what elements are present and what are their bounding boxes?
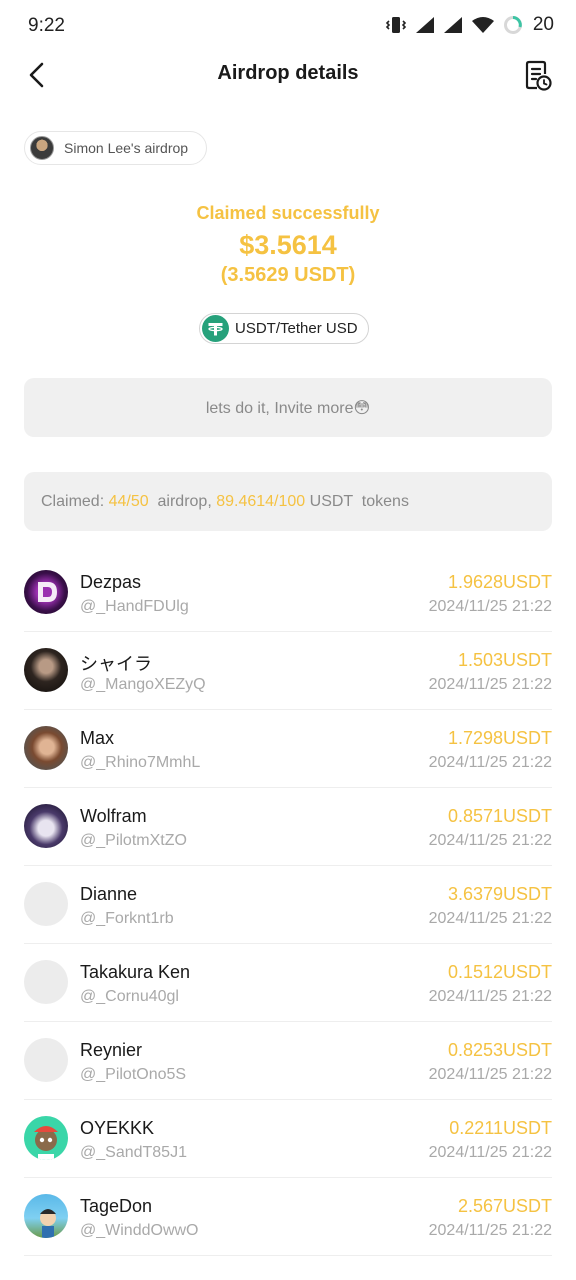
summary-middle: airdrop, — [148, 492, 217, 510]
claimer-handle: @_HandFDUlg — [80, 598, 189, 615]
claim-amount-usd: $3.5614 — [239, 230, 337, 260]
claimer-handle: @_Cornu40gl — [80, 988, 179, 1005]
signal-icon — [415, 17, 434, 33]
claim-amount: 1.9628USDT — [447, 572, 552, 592]
list-item[interactable]: Takakura Ken @_Cornu40gl 0.1512USDT 2024… — [24, 944, 552, 1022]
token-chip[interactable]: USDT/Tether USD — [199, 313, 369, 344]
sender-label: Simon Lee's airdrop — [64, 140, 189, 156]
list-item[interactable]: Max @_Rhino7MmhL 1.7298USDT 2024/11/25 2… — [24, 710, 552, 788]
summary-claimed-count: 44/50 — [108, 492, 149, 510]
sender-chip[interactable]: Simon Lee's airdrop — [24, 131, 208, 165]
claimer-handle: @_WinddOwwO — [80, 1222, 199, 1239]
claimer-name: TageDon — [80, 1196, 153, 1216]
battery-level: 20 — [532, 14, 554, 35]
claim-amount: 0.8571USDT — [447, 806, 552, 826]
claim-amount: 0.8253USDT — [447, 1040, 552, 1060]
status-time: 9:22 — [28, 15, 65, 36]
claimer-handle: @_PilotOno5S — [80, 1066, 187, 1083]
avatar — [24, 804, 68, 848]
claimer-name: Reynier — [80, 1040, 143, 1060]
summary-prefix: Claimed: — [41, 492, 109, 510]
signal-icon-2 — [443, 17, 462, 33]
sender-avatar — [30, 136, 54, 160]
claimer-name: Dezpas — [80, 572, 142, 592]
avatar — [24, 648, 68, 692]
vibrate-icon — [385, 17, 406, 33]
claim-amount: 0.1512USDT — [447, 962, 552, 982]
status-bar: 9:22 20 — [0, 0, 576, 52]
claimer-handle: @_Forknt1rb — [80, 910, 174, 927]
tether-icon — [202, 315, 229, 342]
wifi-icon — [471, 17, 494, 33]
avatar — [24, 1116, 68, 1160]
claimer-name: Takakura Ken — [80, 962, 191, 982]
battery-saver-icon — [503, 16, 522, 34]
status-icons: 20 — [385, 14, 554, 36]
list-item[interactable]: Reynier @_PilotOno5S 0.8253USDT 2024/11/… — [24, 1022, 552, 1100]
claim-amount: 0.2211USDT — [449, 1118, 552, 1138]
claim-time: 2024/11/25 21:22 — [428, 1144, 552, 1161]
avatar — [24, 570, 68, 614]
claimer-name: OYEKKK — [80, 1118, 155, 1138]
claimer-name: Dianne — [80, 884, 138, 904]
claim-time: 2024/11/25 21:22 — [428, 1066, 552, 1083]
summary-claimed-amount: 89.4614/100 — [216, 492, 306, 510]
claim-time: 2024/11/25 21:22 — [428, 910, 552, 927]
list-item[interactable]: Dianne @_Forknt1rb 3.6379USDT 2024/11/25… — [24, 866, 552, 944]
claims-list: Dezpas @_HandFDUlg 1.9628USDT 2024/11/25… — [24, 554, 552, 1256]
nav-bar: Airdrop details — [0, 52, 576, 98]
claimer-name: Max — [80, 728, 115, 748]
claim-time: 2024/11/25 21:22 — [428, 832, 552, 849]
list-item[interactable]: Dezpas @_HandFDUlg 1.9628USDT 2024/11/25… — [24, 554, 552, 632]
claim-amount-token: (3.5629 USDT) — [220, 264, 356, 286]
list-item[interactable]: TageDon @_WinddOwwO 2.567USDT 2024/11/25… — [24, 1178, 552, 1256]
page-title: Airdrop details — [217, 62, 359, 84]
claimer-handle: @_Rhino7MmhL — [80, 754, 201, 771]
summary-suffix: USDT tokens — [305, 492, 409, 510]
claim-summary: Claimed: 44/50 airdrop, 89.4614/100 USDT… — [24, 472, 552, 531]
claim-time: 2024/11/25 21:22 — [428, 598, 552, 615]
claim-status: Claimed successfully — [196, 203, 380, 223]
claim-amount: 3.6379USDT — [447, 884, 552, 904]
claimer-name: Wolfram — [80, 806, 147, 826]
avatar — [24, 726, 68, 770]
claimer-name: シャイラ — [80, 654, 152, 674]
list-item[interactable]: シャイラ @_MangoXEZyQ 1.503USDT 2024/11/25 2… — [24, 632, 552, 710]
claim-amount: 1.503USDT — [457, 650, 552, 670]
airdrop-message: lets do it, Invite more😳 — [24, 378, 552, 437]
history-button[interactable] — [520, 58, 556, 94]
avatar — [24, 960, 68, 1004]
claim-amount: 1.7298USDT — [447, 728, 552, 748]
list-item[interactable]: OYEKKK @_SandT85J1 0.2211USDT 2024/11/25… — [24, 1100, 552, 1178]
claim-time: 2024/11/25 21:22 — [428, 988, 552, 1005]
claim-time: 2024/11/25 21:22 — [428, 1222, 552, 1239]
avatar — [24, 1194, 68, 1238]
token-label: USDT/Tether USD — [235, 320, 358, 337]
claimer-handle: @_SandT85J1 — [80, 1144, 187, 1161]
claimer-handle: @_PilotmXtZO — [80, 832, 187, 849]
claim-time: 2024/11/25 21:22 — [428, 754, 552, 771]
receipt-clock-icon — [525, 60, 552, 91]
claim-amount: 2.567USDT — [457, 1196, 552, 1216]
list-item[interactable]: Wolfram @_PilotmXtZO 0.8571USDT 2024/11/… — [24, 788, 552, 866]
avatar — [24, 882, 68, 926]
avatar — [24, 1038, 68, 1082]
claimer-handle: @_MangoXEZyQ — [80, 676, 206, 693]
claim-time: 2024/11/25 21:22 — [428, 676, 552, 693]
